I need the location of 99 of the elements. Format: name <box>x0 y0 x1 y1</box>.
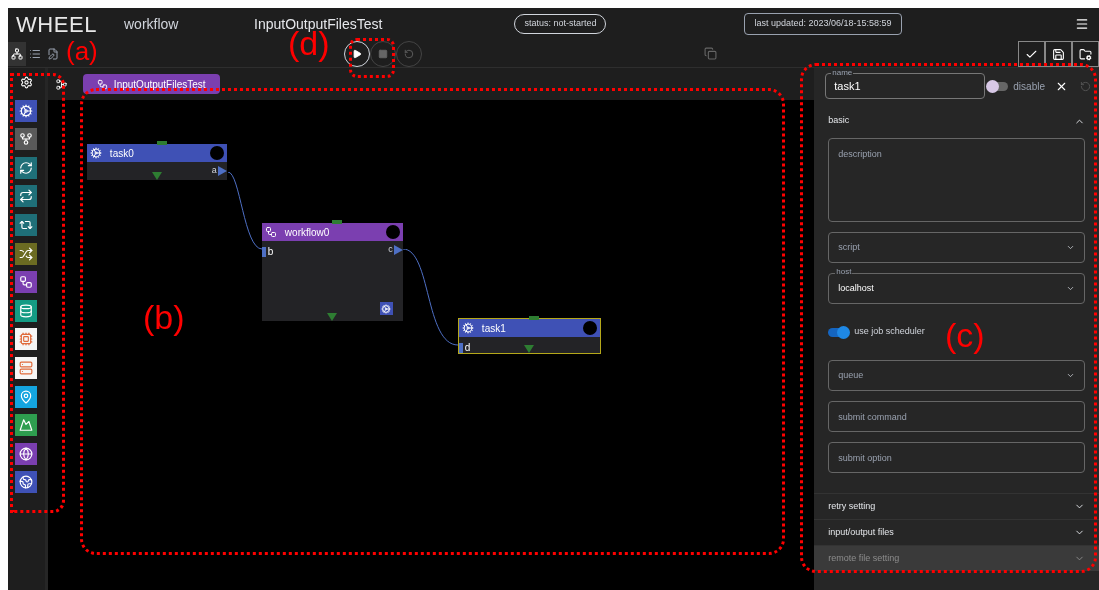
palette-item[interactable] <box>15 99 38 122</box>
play-icon <box>352 48 362 59</box>
switch-label: disable <box>1013 79 1045 94</box>
gear-icon <box>89 147 102 159</box>
repeat-icon <box>19 189 34 204</box>
workflow-icon <box>19 275 34 290</box>
check-button[interactable] <box>1018 41 1045 67</box>
caret-icon <box>1066 371 1075 380</box>
palette-item[interactable] <box>15 185 38 208</box>
gear-icon <box>461 322 474 334</box>
palette-item[interactable] <box>15 128 38 151</box>
annotation-frame <box>349 38 395 78</box>
text-field[interactable]: submit option <box>828 442 1085 473</box>
gear-icon <box>19 103 34 118</box>
save-icon <box>1052 47 1065 61</box>
input-connector[interactable] <box>261 246 266 257</box>
palette-item[interactable] <box>15 271 38 294</box>
palette-item[interactable] <box>15 242 38 265</box>
copy-icon[interactable] <box>704 47 717 60</box>
task-node[interactable]: task1 d <box>457 318 601 354</box>
server-icon <box>19 360 34 375</box>
edit-icon <box>47 47 59 60</box>
globe-icon <box>19 446 34 461</box>
loop-icon <box>19 160 34 175</box>
field-placeholder: script <box>838 240 860 254</box>
task-node[interactable]: task0 a <box>86 144 227 180</box>
disable-switch[interactable] <box>988 81 1009 91</box>
shuffle-icon <box>19 246 34 261</box>
text-field[interactable]: submit command <box>828 401 1085 432</box>
section-title: remote file setting <box>828 551 900 565</box>
task-node[interactable]: workflow0 b c <box>261 223 403 321</box>
field-placeholder: queue <box>838 368 864 382</box>
section-title: basic <box>828 114 850 128</box>
breadcrumb-label: InputOutputFilesTest <box>113 77 206 92</box>
scheduler-switch[interactable] <box>828 327 849 337</box>
port-label: c <box>388 243 393 256</box>
input-port[interactable] <box>156 141 167 145</box>
input-port[interactable] <box>529 316 540 320</box>
gear-icon <box>379 302 393 315</box>
section-title: input/output files <box>828 525 894 539</box>
menu-icon[interactable] <box>1075 17 1089 31</box>
field-label: name <box>831 69 854 77</box>
palette-item[interactable] <box>15 385 38 408</box>
input-port[interactable] <box>332 220 343 224</box>
field-label: host <box>835 268 853 276</box>
palette-item[interactable] <box>15 442 38 465</box>
mountain-icon <box>19 418 34 433</box>
settings-icon[interactable] <box>19 76 33 89</box>
view-tab[interactable] <box>8 41 26 66</box>
description-field[interactable]: description <box>828 138 1085 222</box>
workflow-icon <box>264 226 277 238</box>
palette-item[interactable] <box>15 471 38 494</box>
chip-icon <box>19 332 34 347</box>
port-label: a <box>211 164 217 177</box>
palette-item[interactable] <box>15 213 38 236</box>
last-updated: last updated: 2023/06/18-15:58:59 <box>744 13 902 35</box>
node-name: task1 <box>481 321 506 336</box>
save-button[interactable] <box>1045 41 1072 67</box>
graph-icon <box>11 47 23 60</box>
node-name: workflow0 <box>284 225 330 240</box>
section-title: retry setting <box>828 499 876 513</box>
port-label: d <box>464 341 471 355</box>
palette-item[interactable] <box>15 299 38 322</box>
caret-icon <box>1066 243 1075 252</box>
palette-item[interactable] <box>15 356 38 379</box>
output-port[interactable] <box>151 172 162 180</box>
section-header[interactable]: retry setting <box>814 493 1099 519</box>
output-connector[interactable] <box>217 165 227 176</box>
mode-label: workflow <box>124 14 180 34</box>
palette-item[interactable] <box>15 414 38 437</box>
section-header[interactable]: basic <box>814 104 1099 138</box>
output-port[interactable] <box>327 313 338 321</box>
field-value: localhost <box>838 281 874 295</box>
select-field[interactable]: script <box>828 232 1085 263</box>
database-icon <box>19 303 34 318</box>
annotation-label: (a) <box>66 38 98 64</box>
annotation-label: (b) <box>143 300 185 334</box>
port-label: b <box>267 245 274 259</box>
collapse-icon[interactable] <box>55 78 67 90</box>
globe-icon <box>19 475 34 490</box>
output-connector[interactable] <box>393 244 403 255</box>
pin-icon <box>19 389 34 404</box>
annotation-label: (c) <box>945 318 985 352</box>
caret-icon <box>1066 284 1075 293</box>
stop-icon <box>378 48 388 59</box>
workflow-icon <box>96 78 108 90</box>
input-connector[interactable] <box>458 342 463 353</box>
app-logo: WHEEL <box>16 10 98 39</box>
select-field[interactable]: queue <box>828 360 1085 391</box>
switch-label: use job scheduler <box>854 325 925 339</box>
node-name: task0 <box>109 146 134 161</box>
palette-item[interactable] <box>15 156 38 179</box>
palette-item[interactable] <box>15 328 38 351</box>
list-icon <box>29 47 41 60</box>
reset-icon <box>404 48 414 59</box>
branch-icon <box>19 132 34 147</box>
folder-button[interactable] <box>1072 41 1099 67</box>
output-port[interactable] <box>524 345 535 353</box>
folder-icon <box>1079 47 1092 61</box>
